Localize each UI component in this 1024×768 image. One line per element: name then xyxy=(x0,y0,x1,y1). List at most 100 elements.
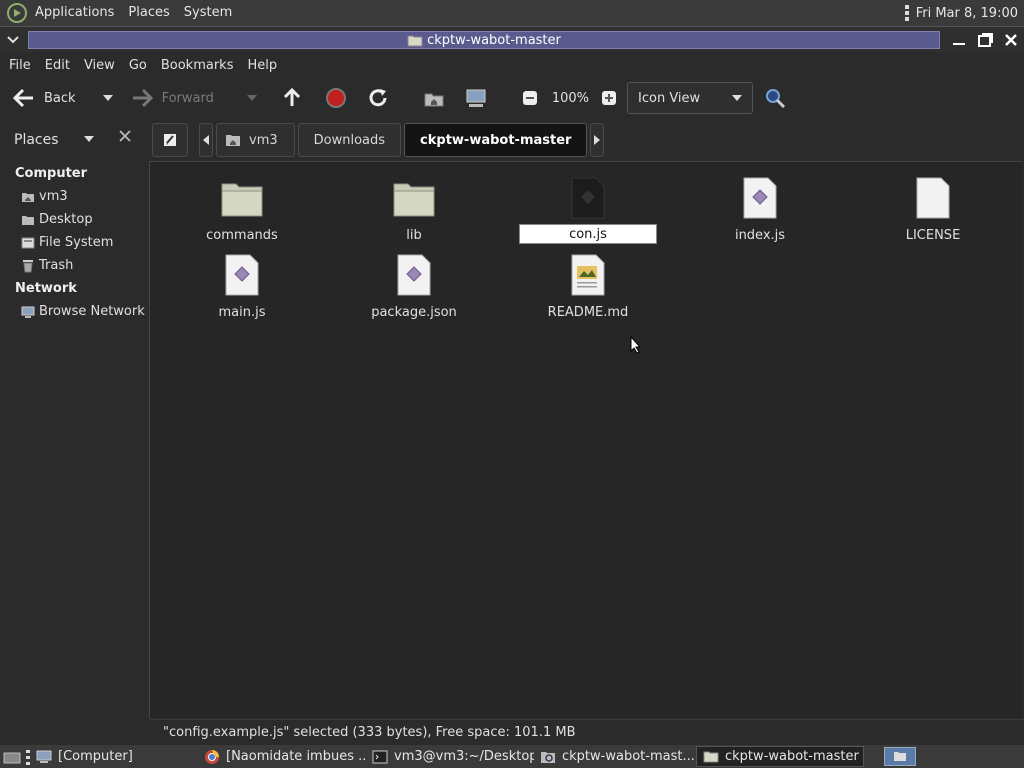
pathbar-scroll-left-button[interactable] xyxy=(199,123,213,157)
breadcrumb-label: ckptw-wabot-master xyxy=(420,132,572,148)
menu-view[interactable]: View xyxy=(77,58,122,73)
window-menu-chevron-icon[interactable] xyxy=(4,31,22,49)
pathbar: vm3 Downloads ckptw-wabot-master xyxy=(152,122,605,158)
breadcrumb-current[interactable]: ckptw-wabot-master xyxy=(404,123,588,157)
menu-bookmarks[interactable]: Bookmarks xyxy=(154,58,241,73)
zoom-in-icon[interactable] xyxy=(597,86,621,110)
window-titlebar[interactable]: ckptw-wabot-master xyxy=(0,26,1024,52)
script-file-icon xyxy=(564,174,612,222)
sidebar-item-label: Trash xyxy=(39,258,74,273)
view-mode-select[interactable]: Icon View xyxy=(627,82,754,114)
file-item-package-json[interactable]: package.json xyxy=(339,251,489,320)
file-view[interactable]: commands lib index.js LICENSE main.js xyxy=(149,161,1022,718)
sidebar-item-desktop[interactable]: Desktop xyxy=(0,208,148,231)
reload-icon[interactable] xyxy=(366,86,390,110)
system-menu[interactable]: System xyxy=(177,0,239,26)
home-icon[interactable] xyxy=(422,86,446,110)
folder-icon xyxy=(894,752,906,761)
clock[interactable]: Fri Mar 8, 19:00 xyxy=(916,6,1018,21)
task-label: [Computer] xyxy=(58,749,133,764)
task-show-computer[interactable]: [Computer] xyxy=(30,746,198,767)
sidebar-item-vm3[interactable]: vm3 xyxy=(0,185,148,208)
file-name: README.md xyxy=(547,305,629,320)
sidebar-close-icon[interactable] xyxy=(119,130,131,146)
text-file-icon xyxy=(909,174,957,222)
pencil-icon xyxy=(164,134,176,146)
file-item-index-js[interactable]: index.js xyxy=(685,174,835,243)
zoom-out-icon[interactable] xyxy=(518,86,542,110)
back-label: Back xyxy=(44,90,76,106)
file-item-main-js[interactable]: main.js xyxy=(167,251,317,320)
forward-history-chevron-icon[interactable] xyxy=(240,86,264,110)
folder-icon xyxy=(407,35,423,46)
file-name: index.js xyxy=(734,228,786,243)
zoom-level[interactable]: 100% xyxy=(552,91,589,106)
back-button[interactable]: Back xyxy=(6,82,82,114)
applications-menu[interactable]: Applications xyxy=(28,0,121,26)
file-item-commands[interactable]: commands xyxy=(167,174,317,243)
sidebar-item-browse-network[interactable]: Browse Network xyxy=(0,300,148,323)
breadcrumb-downloads[interactable]: Downloads xyxy=(297,123,402,157)
window-title[interactable]: ckptw-wabot-master xyxy=(28,31,940,49)
file-item-readme[interactable]: README.md xyxy=(513,251,663,320)
network-icon xyxy=(21,305,35,319)
back-history-chevron-icon[interactable] xyxy=(96,86,120,110)
chevron-down-icon xyxy=(732,95,743,101)
file-item-license[interactable]: LICENSE xyxy=(858,174,1008,243)
menu-go[interactable]: Go xyxy=(122,58,154,73)
menu-file[interactable]: File xyxy=(2,58,38,73)
task-file-manager-2[interactable]: ckptw-wabot-master xyxy=(696,746,864,767)
file-name: main.js xyxy=(218,305,266,320)
file-item-lib[interactable]: lib xyxy=(339,174,489,243)
sidebar-item-label: Browse Network xyxy=(39,304,145,319)
rename-field[interactable] xyxy=(519,224,657,244)
distro-logo-icon[interactable] xyxy=(6,2,28,24)
task-label: ckptw-wabot-mast... xyxy=(562,749,695,764)
menu-edit[interactable]: Edit xyxy=(38,58,77,73)
minimize-button[interactable] xyxy=(948,29,970,51)
breadcrumb-label: Downloads xyxy=(313,132,386,148)
arrow-left-icon xyxy=(12,86,36,110)
places-chevron-down-icon[interactable] xyxy=(84,136,94,142)
forward-button[interactable]: Forward xyxy=(124,82,220,114)
close-button[interactable] xyxy=(1000,29,1022,51)
computer-launcher-icon[interactable] xyxy=(2,749,22,765)
file-name: lib xyxy=(406,228,422,243)
arrow-right-icon xyxy=(130,86,154,110)
terminal-icon xyxy=(372,749,388,765)
sidebar-item-trash[interactable]: Trash xyxy=(0,254,148,277)
sidebar-section-network: Network xyxy=(15,281,77,296)
pathbar-scroll-right-button[interactable] xyxy=(590,123,605,157)
folder-icon xyxy=(390,174,438,222)
window-title-text: ckptw-wabot-master xyxy=(427,32,561,48)
stop-icon[interactable] xyxy=(324,86,348,110)
file-item-renaming[interactable] xyxy=(513,174,663,244)
trash-icon xyxy=(21,259,35,273)
edit-location-button[interactable] xyxy=(152,123,188,157)
places-menu[interactable]: Places xyxy=(121,0,176,26)
search-icon[interactable] xyxy=(763,86,787,110)
vertical-dots-icon[interactable] xyxy=(904,4,910,22)
task-file-manager-1[interactable]: ckptw-wabot-mast... xyxy=(534,746,696,767)
up-arrow-icon[interactable] xyxy=(280,86,304,110)
top-panel: Applications Places System Fri Mar 8, 19… xyxy=(0,0,1024,26)
sidebar-header-label: Places xyxy=(14,132,59,148)
task-browser[interactable]: [Naomidate imbues ... xyxy=(198,746,366,767)
breadcrumb-label: vm3 xyxy=(249,132,278,148)
script-file-icon xyxy=(218,251,266,299)
browser-icon xyxy=(204,749,220,765)
menu-help[interactable]: Help xyxy=(240,58,284,73)
search-files-icon xyxy=(540,749,556,765)
sidebar-section-computer: Computer xyxy=(15,166,88,181)
maximize-button[interactable] xyxy=(974,29,996,51)
bottom-panel: [Computer] [Naomidate imbues ... vm3@vm3… xyxy=(0,745,1024,768)
task-label: vm3@vm3:~/Desktop xyxy=(394,749,534,764)
task-terminal[interactable]: vm3@vm3:~/Desktop xyxy=(366,746,534,767)
task-label: [Naomidate imbues ... xyxy=(226,749,366,764)
sidebar-item-file-system[interactable]: File System xyxy=(0,231,148,254)
chevron-right-icon xyxy=(594,135,601,145)
sidebar-item-label: File System xyxy=(39,235,114,250)
computer-icon[interactable] xyxy=(464,86,488,110)
workspace-switcher[interactable] xyxy=(884,747,916,766)
breadcrumb-vm3[interactable]: vm3 xyxy=(216,123,295,157)
